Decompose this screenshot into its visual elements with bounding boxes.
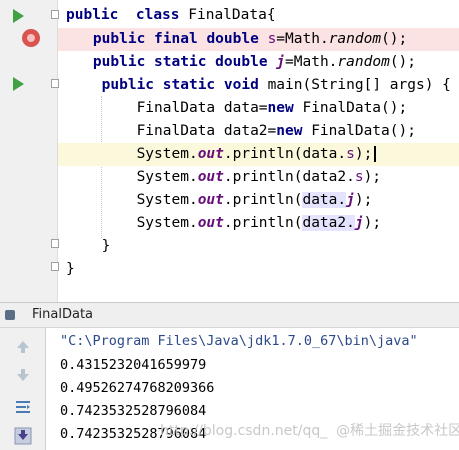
code-text: =Math. [276,31,329,47]
keyword: double [206,31,259,47]
code-line-1[interactable]: public class FinalData{ [58,4,459,27]
code-text: .println( [223,215,303,231]
keyword: static [154,54,207,70]
code-line-8[interactable]: System.out.println(data2.s); [58,166,459,189]
run-panel-title[interactable]: FinalData [32,307,93,322]
code-line-6[interactable]: FinalData data2=new FinalData(); [58,120,459,143]
method-name: random [328,31,382,47]
field-name: s [346,146,355,162]
field-name: j [276,54,286,70]
keyword: double [215,54,268,70]
code-line-9[interactable]: System.out.println(data.j); [58,189,459,212]
code-line-10[interactable]: System.out.println(data2.j); [58,212,459,235]
breakpoint-icon[interactable] [22,29,40,47]
class-name: FinalData{ [188,7,276,23]
keyword: final [154,31,198,47]
code-text: ); [354,146,373,162]
closing-brace: } [101,238,111,254]
code-text: (); [389,54,417,70]
highlighted-expression: data. [302,192,347,208]
field-name: j [346,192,355,208]
field-name: s [267,31,277,47]
code-text: ); [354,192,373,208]
field-name: out [197,169,224,185]
keyword: new [267,100,294,116]
keyword: public [92,31,146,47]
code-line-11[interactable]: } [58,235,459,258]
method-name: random [337,54,390,70]
text-caret [374,146,377,162]
console-output-line: 0.4315232041659979 [60,357,207,373]
console-output-line: 0.49526274768209366 [60,380,215,396]
code-text: FinalData(); [302,100,408,116]
field-name: out [197,215,224,231]
keyword: void [223,77,259,93]
code-text: main(String[] args) { [267,77,451,93]
keyword: class [135,7,180,23]
code-text: System. [136,169,198,185]
code-text: .println(data. [223,146,347,162]
code-text: ); [363,169,382,185]
code-text: System. [136,215,198,231]
console-output-line: 0.7423532528796084 [60,403,207,419]
code-text: ); [363,215,382,231]
field-name: j [354,215,364,231]
run-class-icon[interactable] [13,9,24,23]
keyword: public [101,77,155,93]
code-line-5[interactable]: FinalData data=new FinalData(); [58,97,459,120]
code-line-2[interactable]: public final double s=Math.random(); [58,28,459,51]
closing-brace: } [66,261,75,277]
watermark: http://blog.csdn.net/qq_ @稀土掘金技术社区 [160,423,459,439]
code-line-4[interactable]: public static void main(String[] args) { [58,74,459,97]
highlighted-expression: data2. [302,215,355,231]
code-text: .println(data2. [223,169,355,185]
scroll-down-icon[interactable] [14,427,32,445]
console-command-line: "C:\Program Files\Java\jdk1.7.0_67\bin\j… [60,333,418,349]
code-text: FinalData(); [311,123,416,139]
code-text: System. [136,146,198,162]
code-line-3[interactable]: public static double j=Math.random(); [58,51,459,74]
code-editor[interactable]: public class FinalData{ public final dou… [0,0,459,302]
code-line-12[interactable]: } [58,258,459,281]
stop-icon[interactable] [14,366,32,384]
run-toolbar [0,328,46,450]
run-panel-header: FinalData [0,302,459,328]
code-text: =Math. [285,54,338,70]
run-config-icon [5,310,15,320]
keyword: new [276,123,303,139]
run-main-icon[interactable] [13,77,24,91]
code-text: FinalData data2= [136,123,277,139]
wrap-icon[interactable] [14,398,32,416]
keyword: public [66,7,119,23]
code-text: .println( [223,192,303,208]
keyword: public [92,54,146,70]
code-text: FinalData data= [136,100,268,116]
keyword: static [162,77,216,93]
rerun-icon[interactable] [14,338,32,356]
code-text: (); [381,31,408,47]
field-name: out [197,192,224,208]
code-text: System. [136,192,198,208]
field-name: out [197,146,224,162]
code-line-7[interactable]: System.out.println(data.s); [58,143,459,166]
field-name: s [354,169,364,185]
